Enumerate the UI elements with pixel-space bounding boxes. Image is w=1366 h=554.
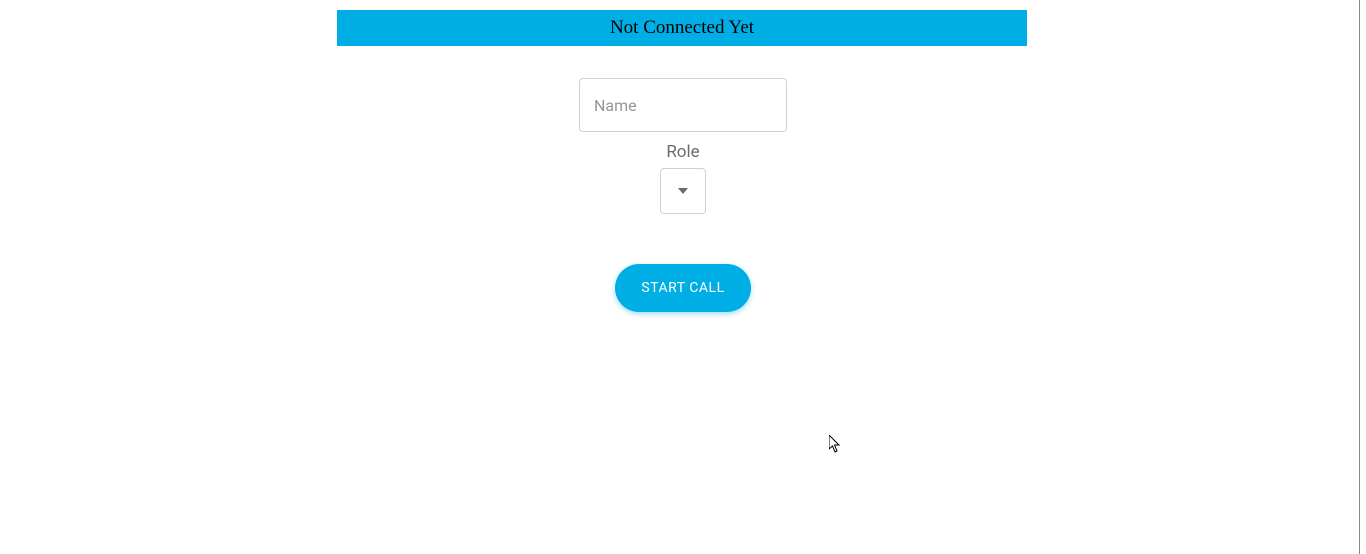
cursor-icon [829,435,843,453]
start-call-button[interactable]: START CALL [615,264,750,312]
role-label: Role [666,142,699,162]
role-select[interactable] [660,168,706,214]
chevron-down-icon [678,188,688,194]
status-banner: Not Connected Yet [337,10,1027,46]
form-container: Role START CALL [579,78,787,312]
vertical-divider [1359,0,1360,554]
name-input[interactable] [579,78,787,132]
status-text: Not Connected Yet [610,17,754,39]
